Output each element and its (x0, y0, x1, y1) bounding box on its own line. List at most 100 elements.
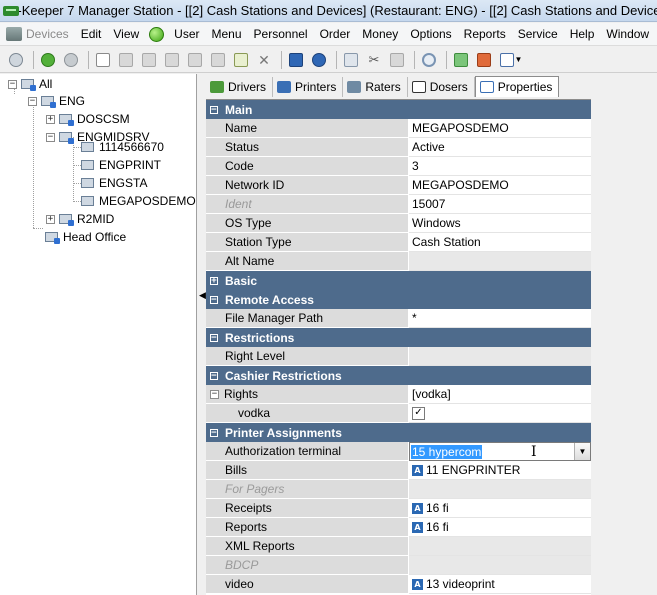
tab-properties[interactable]: Properties (474, 76, 560, 97)
menu-menu[interactable]: Menu (206, 24, 248, 45)
tool-button-7[interactable] (231, 50, 251, 70)
collapse-toggle[interactable]: − (208, 100, 220, 119)
property-value[interactable] (409, 347, 591, 366)
property-name[interactable]: Name MEGAPOSDEMO (206, 119, 591, 138)
category-cashier-restrictions[interactable]: − Cashier Restrictions (206, 366, 591, 385)
property-value[interactable]: MEGAPOSDEMO (409, 119, 591, 138)
property-station-type[interactable]: Station Type Cash Station (206, 233, 591, 252)
expand-toggle[interactable]: + (46, 214, 55, 224)
tab-raters[interactable]: Raters (343, 77, 408, 97)
expand-toggle[interactable]: + (46, 114, 55, 124)
collapse-toggle[interactable]: − (8, 79, 17, 89)
category-basic[interactable]: + Basic (206, 271, 591, 290)
tool-button-3[interactable] (139, 50, 159, 70)
property-receipts[interactable]: Receipts A 16 fi (206, 499, 591, 518)
menu-service[interactable]: Service (512, 24, 564, 45)
property-network-id[interactable]: Network ID MEGAPOSDEMO (206, 176, 591, 195)
menu-edit[interactable]: Edit (75, 24, 108, 45)
property-value[interactable]: MEGAPOSDEMO (409, 176, 591, 195)
tool-button-plugin[interactable] (474, 50, 494, 70)
property-vodka[interactable]: vodka ✓ (206, 404, 591, 423)
authorization-terminal-combo[interactable]: 15 hypercom I ▼ (409, 442, 591, 461)
tool-button-4[interactable] (162, 50, 182, 70)
collapse-left-icon[interactable]: ◀ (199, 290, 206, 301)
refresh-button[interactable] (6, 50, 26, 70)
tree-node-megaposdemo[interactable]: MEGAPOSDEMO (80, 192, 196, 210)
tool-button-5[interactable] (185, 50, 205, 70)
category-restrictions[interactable]: − Restrictions (206, 328, 591, 347)
category-main[interactable]: − Main (206, 100, 591, 119)
forward-button[interactable] (61, 50, 81, 70)
copy-button[interactable] (341, 50, 361, 70)
property-value[interactable]: 16 fi (426, 501, 449, 515)
property-value[interactable]: [vodka] (409, 385, 591, 404)
tree-node-engsta[interactable]: ENGSTA (80, 174, 147, 192)
menu-view[interactable]: View (107, 24, 145, 45)
delete-button[interactable]: ✕ (254, 50, 274, 70)
property-value[interactable]: 11 ENGPRINTER (426, 463, 520, 477)
property-value[interactable]: 13 videoprint (426, 577, 495, 591)
expand-toggle[interactable]: + (208, 271, 220, 290)
property-value[interactable]: 16 fi (426, 520, 449, 534)
property-status[interactable]: Status Active (206, 138, 591, 157)
property-value[interactable]: Cash Station (409, 233, 591, 252)
save-button[interactable] (286, 50, 306, 70)
collapse-toggle[interactable]: − (210, 389, 219, 399)
tree-node-all[interactable]: − All (8, 75, 52, 93)
collapse-toggle[interactable]: − (208, 366, 220, 385)
tree-node-head-office[interactable]: Head Office (44, 228, 126, 246)
view-dropdown-button[interactable]: ▼ (497, 50, 525, 70)
tree-node-1114566670[interactable]: 1114566670 (80, 138, 164, 156)
tree-node-eng[interactable]: − ENG (28, 92, 85, 110)
tool-button-6[interactable] (208, 50, 228, 70)
vodka-checkbox[interactable]: ✓ (412, 406, 425, 420)
property-alt-name[interactable]: Alt Name (206, 252, 591, 271)
back-button[interactable] (38, 50, 58, 70)
tool-button-2[interactable] (116, 50, 136, 70)
online-status-icon[interactable] (149, 26, 165, 42)
combo-selected-text[interactable]: 15 hypercom (411, 444, 483, 459)
property-bills[interactable]: Bills A 11 ENGPRINTER (206, 461, 591, 480)
property-value[interactable] (409, 537, 591, 556)
property-ident[interactable]: Ident 15007 (206, 195, 591, 214)
tree-node-engprint[interactable]: ENGPRINT (80, 156, 161, 174)
menu-order[interactable]: Order (314, 24, 357, 45)
property-reports[interactable]: Reports A 16 fi (206, 518, 591, 537)
tab-dosers[interactable]: Dosers (407, 77, 475, 97)
dropdown-arrow-icon[interactable]: ▼ (574, 443, 590, 460)
tool-button-sync[interactable] (451, 50, 471, 70)
property-value[interactable] (409, 252, 591, 271)
property-video[interactable]: video A 13 videoprint (206, 575, 591, 594)
collapse-toggle[interactable]: − (208, 290, 220, 309)
collapse-toggle[interactable]: − (28, 96, 37, 106)
menu-reports[interactable]: Reports (458, 24, 512, 45)
category-printer-assignments[interactable]: − Printer Assignments (206, 423, 591, 442)
menu-window[interactable]: Window (600, 24, 655, 45)
paste-button[interactable] (387, 50, 407, 70)
property-file-manager-path[interactable]: File Manager Path * (206, 309, 591, 328)
tab-printers[interactable]: Printers (273, 77, 344, 97)
property-code[interactable]: Code 3 (206, 157, 591, 176)
menu-money[interactable]: Money (356, 24, 404, 45)
property-bdcp[interactable]: BDCP (206, 556, 591, 575)
undo-button[interactable] (309, 50, 329, 70)
property-right-level[interactable]: Right Level (206, 347, 591, 366)
property-value[interactable]: 3 (409, 157, 591, 176)
menu-options[interactable]: Options (404, 24, 457, 45)
property-value[interactable]: * (409, 309, 591, 328)
collapse-toggle[interactable]: − (208, 423, 220, 442)
find-button[interactable] (419, 50, 439, 70)
menu-help[interactable]: Help (564, 24, 601, 45)
category-remote-access[interactable]: − Remote Access (206, 290, 591, 309)
tree-node-doscsm[interactable]: + DOSCSM (46, 110, 130, 128)
property-value[interactable]: Windows (409, 214, 591, 233)
property-xml-reports[interactable]: XML Reports (206, 537, 591, 556)
collapse-toggle[interactable]: − (46, 132, 55, 142)
menu-user[interactable]: User (168, 24, 205, 45)
menu-personnel[interactable]: Personnel (248, 24, 314, 45)
property-value[interactable]: Active (409, 138, 591, 157)
panel-splitter[interactable]: ◀ (198, 74, 206, 595)
tree-node-r2mid[interactable]: + R2MID (46, 210, 114, 228)
property-authorization-terminal[interactable]: Authorization terminal 15 hypercom I ▼ (206, 442, 591, 461)
property-os-type[interactable]: OS Type Windows (206, 214, 591, 233)
